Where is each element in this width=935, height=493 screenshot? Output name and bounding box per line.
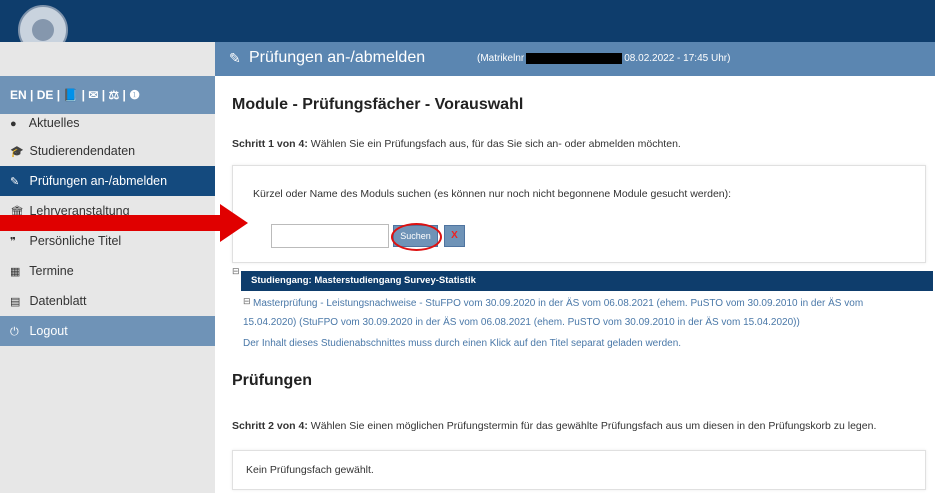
masterpruefung-link-line-2[interactable]: 15.04.2020) (StuFPO vom 30.09.2020 in de… — [243, 317, 800, 328]
matrikel-label: (Matrikelnr — [477, 53, 525, 65]
sidebar-item-studierendendaten[interactable]: 🎓 Studierendendaten — [0, 136, 215, 166]
page-title: Prüfungen an-/abmelden — [249, 49, 426, 66]
pruefungen-card: Kein Prüfungsfach gewählt. — [232, 450, 926, 490]
calendar-icon: ▦ — [10, 266, 21, 278]
arrow-head — [220, 204, 248, 242]
power-icon: ⏻ — [10, 326, 19, 338]
sidebar-item-label: Studierendendaten — [29, 144, 136, 158]
collapse-toggle-icon[interactable]: ⊟ — [232, 266, 240, 277]
empty-state-text: Kein Prüfungsfach gewählt. — [246, 464, 374, 476]
studienabschnitt-note[interactable]: Der Inhalt dieses Studienabschnittes mus… — [243, 338, 681, 349]
edit-icon: ✎ — [229, 50, 241, 66]
step-label: Schritt 2 von 4: — [232, 420, 308, 432]
sidebar-item-label: Aktuelles — [28, 116, 80, 130]
top-bar — [0, 0, 935, 42]
step-text: Wählen Sie ein Prüfungsfach aus, für das… — [310, 138, 681, 150]
sidebar-item-label: Logout — [29, 324, 68, 338]
clear-button[interactable]: X — [444, 225, 465, 247]
chat-bubble-icon: ● — [10, 118, 17, 130]
header-timestamp: 08.02.2022 - 17:45 Uhr) — [624, 53, 731, 65]
sidebar-item-datenblatt[interactable]: ▤ Datenblatt — [0, 286, 215, 316]
main-content: Module - Prüfungsfächer - Vorauswahl Sch… — [215, 76, 935, 493]
arrow-shaft — [0, 215, 222, 231]
studiengang-header[interactable]: Studiengang: Masterstudiengang Survey-St… — [241, 271, 933, 291]
step-text: Wählen Sie einen möglichen Prüfungstermi… — [310, 420, 877, 432]
sidebar-item-termine[interactable]: ▦ Termine — [0, 256, 215, 286]
module-search-input[interactable] — [271, 224, 389, 248]
search-label: Kürzel oder Name des Moduls suchen (es k… — [253, 188, 732, 200]
page-header: ✎ Prüfungen an-/abmelden (Matrikelnr 08.0… — [215, 42, 935, 76]
header-meta: (Matrikelnr 08.02.2022 - 17:45 Uhr) — [477, 53, 730, 64]
collapse-toggle-icon[interactable]: ⊟ — [243, 296, 251, 307]
document-icon: ▤ — [10, 296, 21, 308]
logout-button[interactable]: ⏻ Logout — [0, 316, 215, 346]
edit-icon: ✎ — [10, 176, 20, 188]
step-2-instruction: Schritt 2 von 4: Wählen Sie einen möglic… — [232, 420, 876, 432]
sidebar: EN | DE | 📘 | ✉ | ⚖ | ❶ ● Aktuelles 🎓 St… — [0, 42, 215, 493]
module-search-card: Kürzel oder Name des Moduls suchen (es k… — [232, 165, 926, 263]
module-heading: Module - Prüfungsfächer - Vorauswahl — [232, 96, 524, 113]
graduation-cap-icon: 🎓 — [10, 146, 24, 158]
sidebar-item-label: Datenblatt — [29, 294, 87, 308]
pruefungen-heading: Prüfungen — [232, 372, 312, 389]
sidebar-item-pruefungen[interactable]: ✎ Prüfungen an-/abmelden — [0, 166, 215, 196]
sidebar-item-label: Prüfungen an-/abmelden — [29, 174, 168, 188]
step-1-instruction: Schritt 1 von 4: Wählen Sie ein Prüfungs… — [232, 138, 681, 150]
step-label: Schritt 1 von 4: — [232, 138, 308, 150]
red-arrow-annotation — [0, 204, 248, 242]
sidebar-item-aktuelles[interactable]: ● Aktuelles — [0, 108, 215, 138]
masterpruefung-link-line-1[interactable]: Masterprüfung - Leistungsnachweise - Stu… — [253, 298, 863, 309]
sidebar-item-label: Termine — [29, 264, 74, 278]
redaction-bar — [526, 53, 623, 64]
search-button[interactable]: Suchen — [391, 223, 442, 251]
